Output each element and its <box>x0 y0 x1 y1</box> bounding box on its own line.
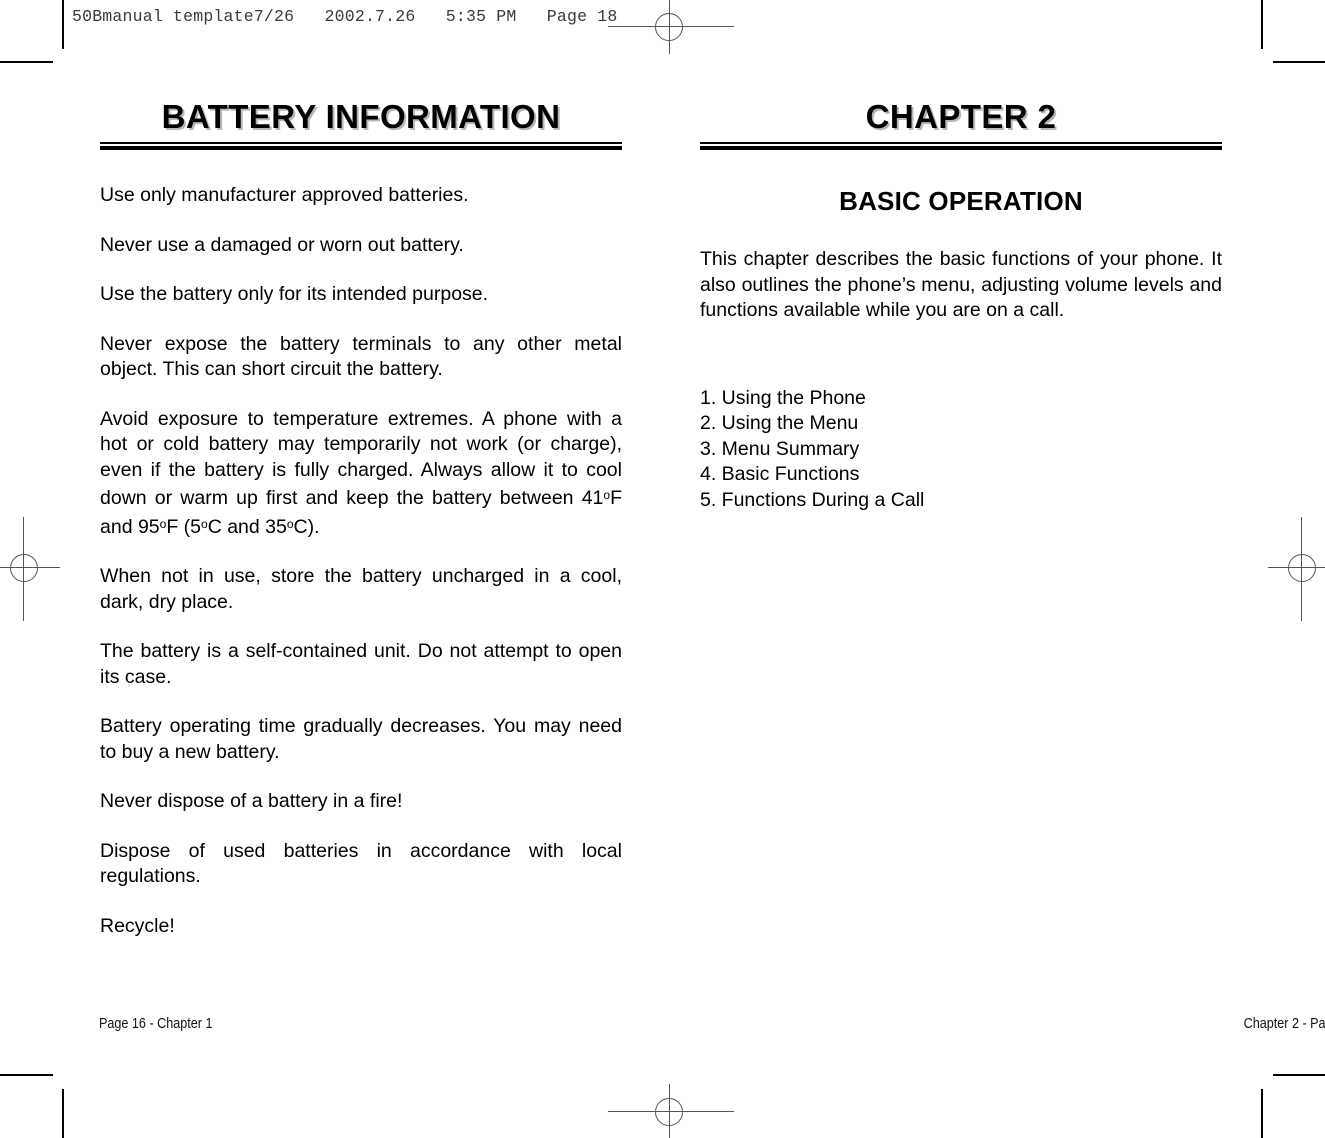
list-item: 5. Functions During a Call <box>700 488 925 511</box>
list-item: 4. Basic Functions <box>700 463 860 485</box>
right-page-column: CHAPTER 2 BASIC OPERATION This chapter d… <box>700 100 1222 513</box>
registration-mark-right <box>1268 517 1325 621</box>
battery-paragraph: When not in use, store the battery uncha… <box>100 565 622 613</box>
footer-left: Page 16 - Chapter 1 <box>99 1015 213 1032</box>
crop-mark-top-left-horizontal <box>0 61 53 63</box>
crop-mark-top-left-vertical <box>62 0 64 49</box>
chapter-subheading: BASIC OPERATION <box>839 186 1083 216</box>
crop-mark-bottom-right-horizontal <box>1273 1074 1325 1076</box>
degree-symbol: o <box>201 516 208 531</box>
battery-paragraph: Never expose the battery terminals to an… <box>100 332 622 381</box>
heading-rule-left <box>100 142 622 150</box>
list-item: 1. Using the Phone <box>700 386 866 409</box>
crop-mark-bottom-right-vertical <box>1261 1089 1263 1138</box>
manual-page: 50Bmanual template7/26 2002.7.26 5:35 PM… <box>0 0 1325 1138</box>
heading-rule-right <box>700 142 1222 150</box>
degree-symbol: o <box>159 516 167 531</box>
battery-paragraph: The battery is a self-contained unit. Do… <box>100 640 622 688</box>
registration-mark-bottom <box>608 1081 734 1138</box>
battery-paragraph: Use only manufacturer approved batteries… <box>100 184 469 206</box>
degree-symbol: o <box>286 516 294 531</box>
battery-paragraph: Recycle! <box>100 914 175 937</box>
battery-information-heading: BATTERY INFORMATION <box>161 98 561 135</box>
crop-mark-bottom-left-horizontal <box>0 1074 53 1076</box>
battery-paragraph: Dispose of used batteries in accordance … <box>100 839 622 888</box>
degree-symbol: o <box>603 488 611 502</box>
chapter-heading: CHAPTER 2 <box>865 98 1057 135</box>
list-item: 2. Using the Menu <box>700 412 859 434</box>
file-stamp-header: 50Bmanual template7/26 2002.7.26 5:35 PM… <box>72 7 618 26</box>
left-page-column: BATTERY INFORMATION Use only manufacture… <box>100 100 622 939</box>
crop-mark-bottom-left-vertical <box>62 1089 64 1138</box>
battery-paragraph: Avoid exposure to temperature extremes. … <box>100 407 622 538</box>
list-item: 3. Menu Summary <box>700 437 860 460</box>
chapter-contents-list: 1. Using the Phone 2. Using the Menu 3. … <box>700 386 1222 514</box>
battery-paragraph: Use the battery only for its intended pu… <box>100 283 489 305</box>
battery-paragraph: Never dispose of a battery in a fire! <box>100 790 403 812</box>
crop-mark-top-right-vertical <box>1261 0 1263 49</box>
battery-paragraph: Never use a damaged or worn out battery. <box>100 233 464 256</box>
battery-paragraph: Battery operating time gradually decreas… <box>100 715 622 763</box>
crop-mark-top-right-horizontal <box>1273 61 1325 63</box>
registration-mark-left <box>0 517 60 621</box>
registration-mark-top <box>608 0 734 60</box>
chapter-intro-paragraph: This chapter describes the basic functio… <box>700 248 1222 321</box>
footer-right: Chapter 2 - Page 17 <box>1243 1015 1325 1032</box>
